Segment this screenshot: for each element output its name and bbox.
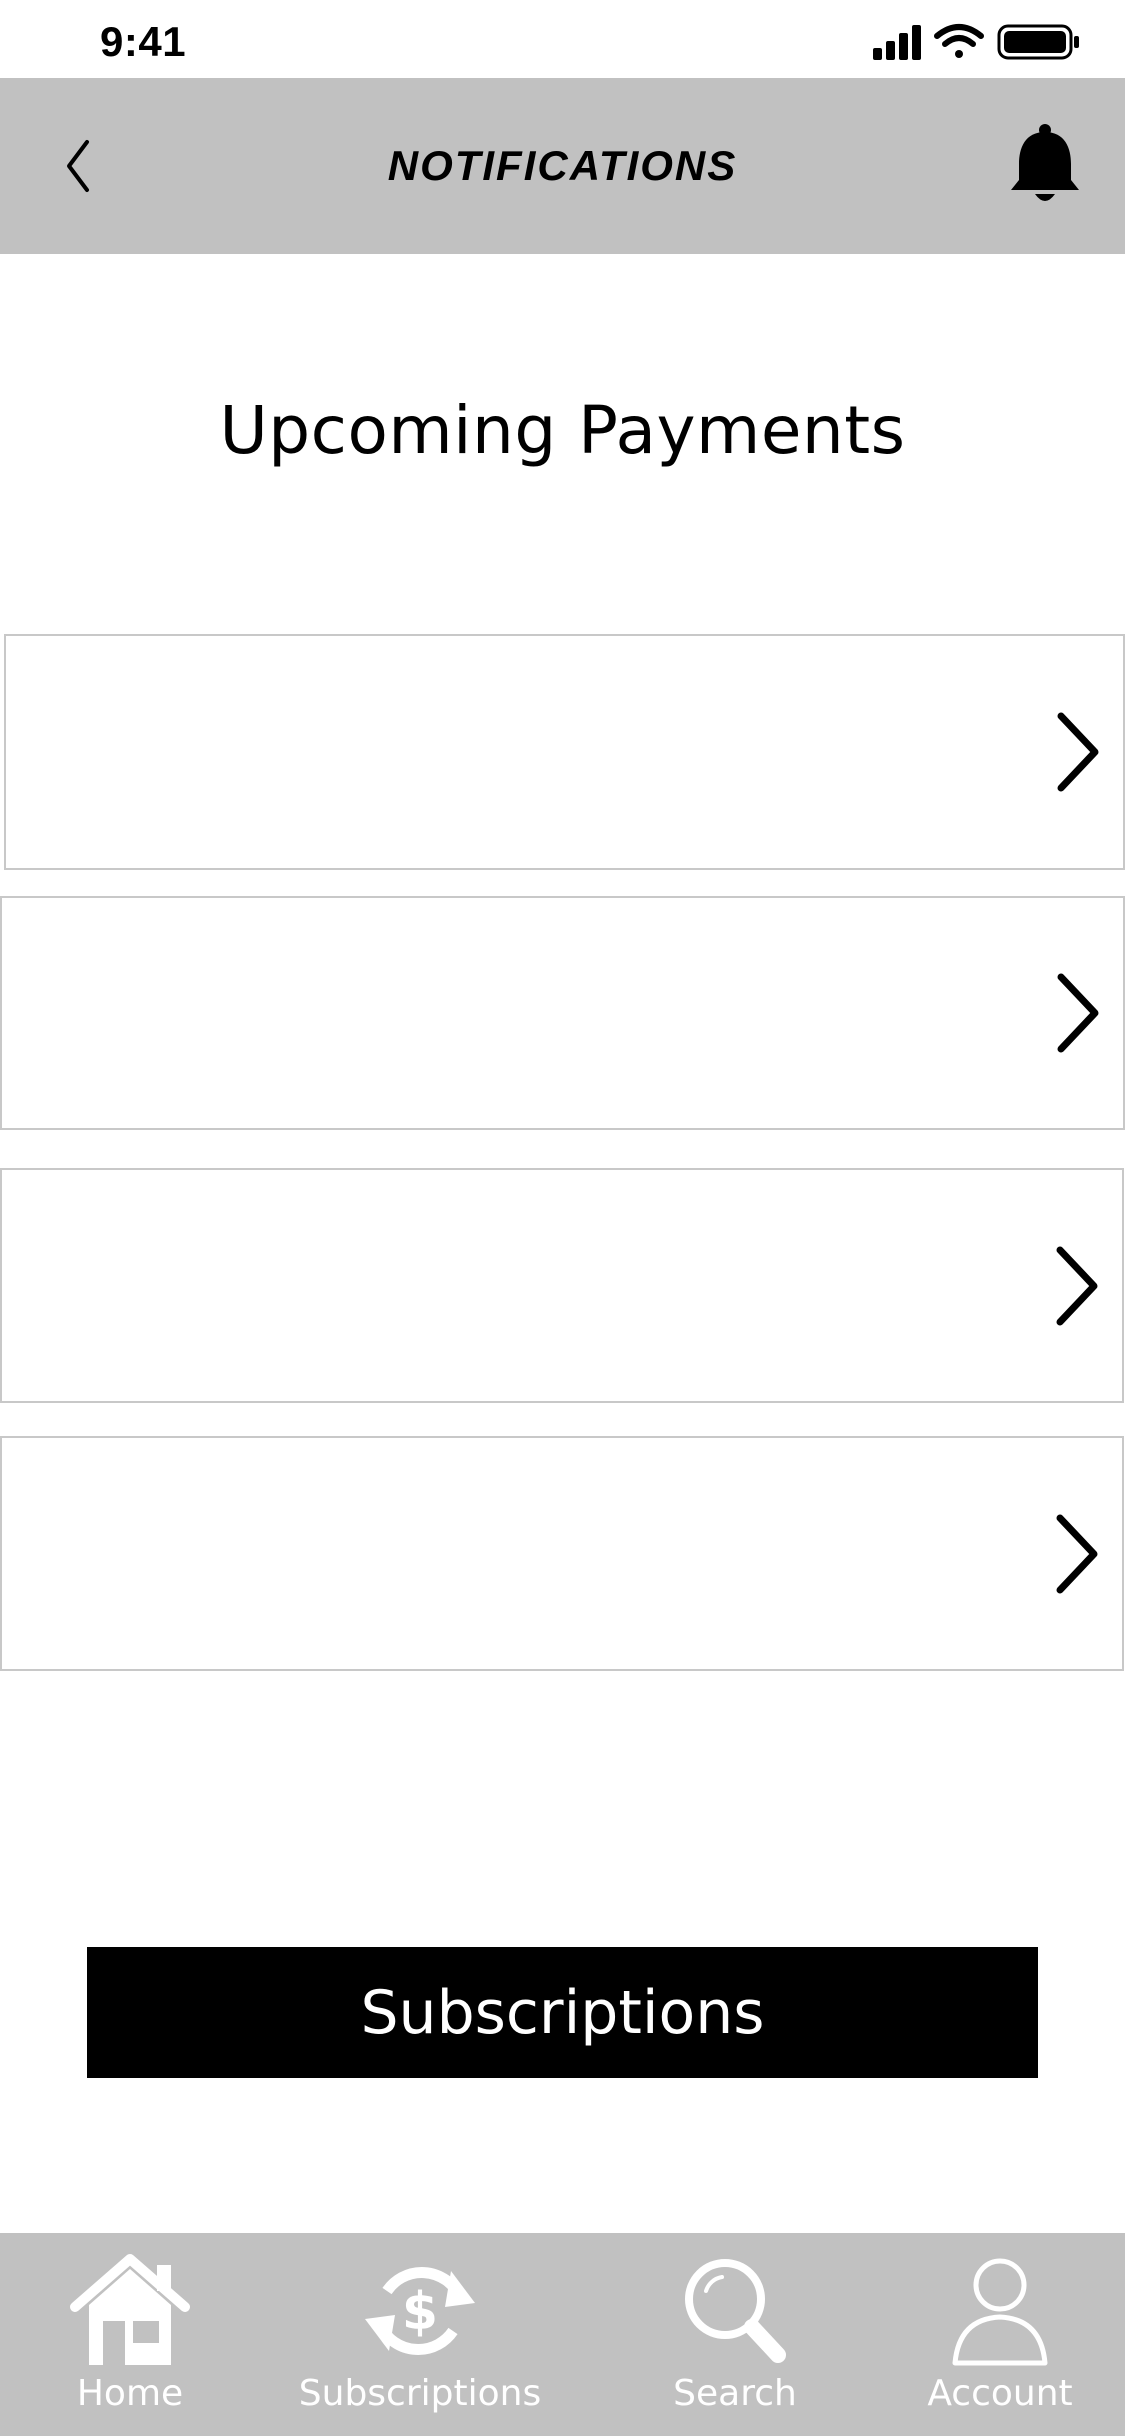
status-time: 9:41 bbox=[100, 18, 187, 65]
tab-account[interactable]: Account bbox=[910, 2233, 1090, 2436]
tab-bar: Home $ Subscriptions Search Account bbox=[0, 2233, 1125, 2436]
account-icon bbox=[952, 2258, 1048, 2366]
chevron-right-icon bbox=[1057, 712, 1099, 792]
payment-row[interactable] bbox=[0, 1168, 1124, 1403]
tab-label: Subscriptions bbox=[298, 2373, 542, 2414]
tab-label: Account bbox=[927, 2373, 1073, 2414]
wifi-icon bbox=[934, 24, 984, 58]
svg-text:$: $ bbox=[402, 2282, 438, 2342]
tab-label: Home bbox=[76, 2373, 184, 2414]
page-title: NOTIFICATIONS bbox=[387, 142, 738, 189]
chevron-right-icon bbox=[1056, 1514, 1098, 1593]
status-icons bbox=[873, 24, 1079, 60]
back-button[interactable] bbox=[48, 126, 108, 206]
tab-search[interactable]: Search bbox=[660, 2233, 810, 2436]
tab-home[interactable]: Home bbox=[60, 2233, 200, 2436]
home-icon bbox=[70, 2254, 190, 2365]
app-header: NOTIFICATIONS bbox=[0, 78, 1125, 254]
chevron-left-icon bbox=[67, 140, 89, 192]
subscriptions-icon: $ bbox=[365, 2267, 475, 2355]
bell-icon[interactable] bbox=[1005, 122, 1085, 206]
search-icon bbox=[685, 2259, 786, 2363]
battery-icon bbox=[997, 24, 1079, 60]
tab-label: Search bbox=[673, 2373, 797, 2414]
tab-subscriptions[interactable]: $ Subscriptions bbox=[290, 2233, 550, 2436]
payment-row[interactable] bbox=[0, 1436, 1124, 1671]
subscriptions-button[interactable]: Subscriptions bbox=[87, 1947, 1038, 2078]
payment-row[interactable] bbox=[4, 634, 1125, 870]
signal-icon bbox=[873, 25, 921, 60]
section-title: Upcoming Payments bbox=[219, 392, 906, 469]
chevron-right-icon bbox=[1057, 973, 1099, 1053]
status-bar: 9:41 bbox=[0, 0, 1125, 78]
payment-row[interactable] bbox=[0, 896, 1125, 1130]
chevron-right-icon bbox=[1056, 1246, 1098, 1325]
